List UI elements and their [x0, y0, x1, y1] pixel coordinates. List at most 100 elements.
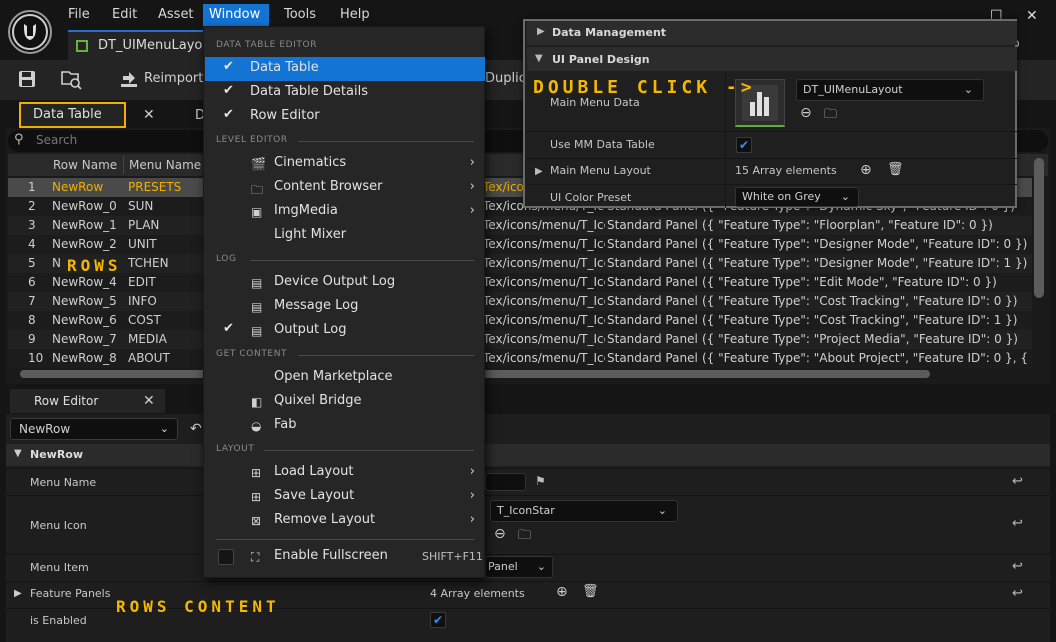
close-tab-icon[interactable]: ✕: [143, 107, 155, 123]
shortcut-label: SHIFT+F11: [422, 550, 483, 563]
menu-item-fab[interactable]: ◒ Fab: [205, 414, 485, 438]
submenu-arrow-icon: ›: [469, 203, 475, 218]
section-ui-panel-design[interactable]: ▼ UI Panel Design: [527, 47, 1017, 71]
table-row[interactable]: 9 NewRow_7 MEDIA Tex/icons/menu/T_Icc Standa…: [8, 330, 1032, 349]
menu-item-output-log[interactable]: ✔ ▤ Output Log: [205, 319, 485, 343]
menu-item-row-editor[interactable]: ✔ Row Editor: [205, 105, 485, 129]
table-row[interactable]: 4 NewRow_2 UNIT Tex/icons/menu/T_Icc Standar…: [8, 235, 1032, 254]
section-label: UI Panel Design: [552, 53, 650, 66]
imgmedia-icon: ▣: [251, 205, 263, 219]
prop-label-is-enabled: is Enabled: [30, 614, 87, 627]
menu-item-cell: Standard Panel: [607, 294, 698, 308]
vertical-scrollbar[interactable]: [1034, 158, 1044, 298]
reset-to-default-icon[interactable]: ↩: [1012, 516, 1023, 531]
delete-elements-icon[interactable]: 🗑: [582, 584, 599, 599]
menu-item-open-marketplace[interactable]: Open Marketplace: [205, 366, 485, 390]
unreal-logo-icon[interactable]: [8, 10, 52, 54]
browse-asset-icon[interactable]: [60, 68, 82, 90]
close-window-icon[interactable]: ✕: [1026, 8, 1038, 24]
remove-layout-icon: ⊠: [251, 514, 262, 528]
flag-icon[interactable]: ⚑: [535, 474, 546, 488]
menu-item-data-table[interactable]: ✔ Data Table: [205, 57, 485, 81]
menu-icon-asset-picker[interactable]: T_IconStar ⌄: [490, 500, 678, 522]
use-mm-data-table-checkbox[interactable]: ✔: [736, 137, 752, 153]
add-element-icon[interactable]: ⊕: [860, 162, 872, 178]
asset-tab[interactable]: DT_UIMenuLayou: [68, 30, 211, 60]
menu-item-label: Row Editor: [250, 108, 320, 123]
expand-arrow-icon[interactable]: ▶: [14, 588, 22, 599]
row-name-cell: NewRow_6: [52, 313, 117, 327]
content-browser-icon: 🗀: [251, 183, 264, 197]
menu-item-cell: Standard Panel: [607, 237, 698, 251]
menu-item-label: Load Layout: [274, 464, 354, 479]
row-index: 1: [28, 180, 36, 194]
reset-to-default-icon[interactable]: ↩: [1012, 474, 1023, 489]
row-editor-section-header[interactable]: ▼ NewRow: [6, 444, 1050, 466]
save-layout-icon: ⊞: [251, 490, 262, 504]
menu-item-dropdown[interactable]: Panel ⌄: [485, 556, 553, 578]
menu-item-load-layout[interactable]: ⊞ Load Layout ›: [205, 461, 485, 485]
tab-row-editor[interactable]: Row Editor: [10, 389, 165, 413]
menu-item-remove-layout[interactable]: ⊠ Remove Layout ›: [205, 509, 485, 533]
menu-item-save-layout[interactable]: ⊞ Save Layout ›: [205, 485, 485, 509]
menu-item-cinematics[interactable]: 🎬 Cinematics ›: [205, 152, 485, 176]
reset-to-default-icon[interactable]: ↩: [1012, 559, 1023, 574]
delete-elements-icon[interactable]: 🗑: [887, 162, 904, 177]
chevron-down-icon: ⌄: [159, 422, 169, 435]
column-header-row-name[interactable]: Row Name: [53, 154, 117, 176]
table-row[interactable]: 5 N TCHEN Tex/icons/menu/T_Icc Standard Pane…: [8, 254, 1032, 273]
menu-item-data-table-details[interactable]: ✔ Data Table Details: [205, 81, 485, 105]
ui-color-preset-dropdown[interactable]: White on Grey ⌄: [735, 187, 859, 207]
use-selected-icon[interactable]: ⊖: [494, 526, 506, 542]
menu-tools[interactable]: Tools: [278, 4, 322, 26]
use-selected-icon[interactable]: ⊖: [800, 105, 812, 121]
menu-edit[interactable]: Edit: [106, 4, 143, 26]
menu-item-light-mixer[interactable]: Light Mixer: [205, 224, 485, 248]
menu-item-imgmedia[interactable]: ▣ ImgMedia ›: [205, 200, 485, 224]
is-enabled-checkbox[interactable]: ✔: [430, 612, 446, 628]
close-tab-icon[interactable]: ✕: [143, 393, 155, 409]
fullscreen-checkbox[interactable]: [218, 549, 234, 565]
browse-icon[interactable]: 🗀: [824, 105, 837, 127]
menu-help[interactable]: Help: [334, 4, 376, 26]
expand-arrow-icon[interactable]: ▶: [535, 166, 543, 177]
menu-file[interactable]: File: [62, 4, 96, 26]
add-element-icon[interactable]: ⊕: [556, 584, 568, 600]
tab-data-table[interactable]: Data Table: [19, 102, 126, 128]
row-select-dropdown[interactable]: NewRow ⌄: [10, 418, 178, 440]
row-name-cell: NewRow_1: [52, 218, 117, 232]
table-row[interactable]: 7 NewRow_5 INFO Tex/icons/menu/T_Icc Standar…: [8, 292, 1032, 311]
menu-item-device-output-log[interactable]: ▤ Device Output Log: [205, 271, 485, 295]
prop-label-ui-color-preset: UI Color Preset: [550, 191, 632, 204]
row-name-cell: NewRow_2: [52, 237, 117, 251]
menu-item-label: Content Browser: [274, 179, 383, 194]
menu-asset[interactable]: Asset: [152, 4, 200, 26]
table-row[interactable]: 3 NewRow_1 PLAN Tex/icons/menu/T_Icc Standar…: [8, 216, 1032, 235]
feature-panels-cell: ({ "Feature Type": "Cost Tracking", "Fea…: [702, 294, 1018, 308]
save-icon[interactable]: [18, 70, 38, 88]
table-row[interactable]: 10 NewRow_8 ABOUT Tex/icons/menu/T_Icc Stand…: [8, 349, 1032, 368]
menu-name-input[interactable]: [485, 473, 526, 491]
row-name-cell: NewRow_4: [52, 275, 117, 289]
menu-item-cell: Standard Panel: [607, 332, 698, 346]
main-menu-data-picker[interactable]: DT_UIMenuLayout ⌄: [796, 79, 984, 101]
reset-to-default-icon[interactable]: ↩: [1012, 586, 1023, 601]
menu-name-cell: PRESETS: [128, 180, 182, 194]
section-data-management[interactable]: ▶ Data Management: [527, 21, 1017, 45]
table-row[interactable]: 6 NewRow_4 EDIT Tex/icons/menu/T_Icc Standar…: [8, 273, 1032, 292]
menu-item-enable-fullscreen[interactable]: ⛶ Enable Fullscreen SHIFT+F11: [205, 545, 485, 569]
submenu-arrow-icon: ›: [469, 155, 475, 170]
menu-item-cell: Standard Panel: [607, 275, 698, 289]
row-name-cell: NewRow: [52, 180, 104, 194]
table-row[interactable]: 8 NewRow_6 COST Tex/icons/menu/T_Icc Standar…: [8, 311, 1032, 330]
menu-window[interactable]: Window: [203, 4, 269, 26]
reimport-icon: [121, 72, 137, 87]
column-header-menu-name[interactable]: Menu Name: [129, 154, 201, 176]
browse-icon[interactable]: 🗀: [518, 526, 531, 548]
menu-item-quixel-bridge[interactable]: ◧ Quixel Bridge: [205, 390, 485, 414]
annotation-rows: ROWS: [67, 256, 122, 275]
menu-item-message-log[interactable]: ▤ Message Log: [205, 295, 485, 319]
menu-item-content-browser[interactable]: 🗀 Content Browser ›: [205, 176, 485, 200]
reset-icon[interactable]: ↶: [190, 421, 202, 437]
section-header-log: LOG: [216, 254, 237, 264]
